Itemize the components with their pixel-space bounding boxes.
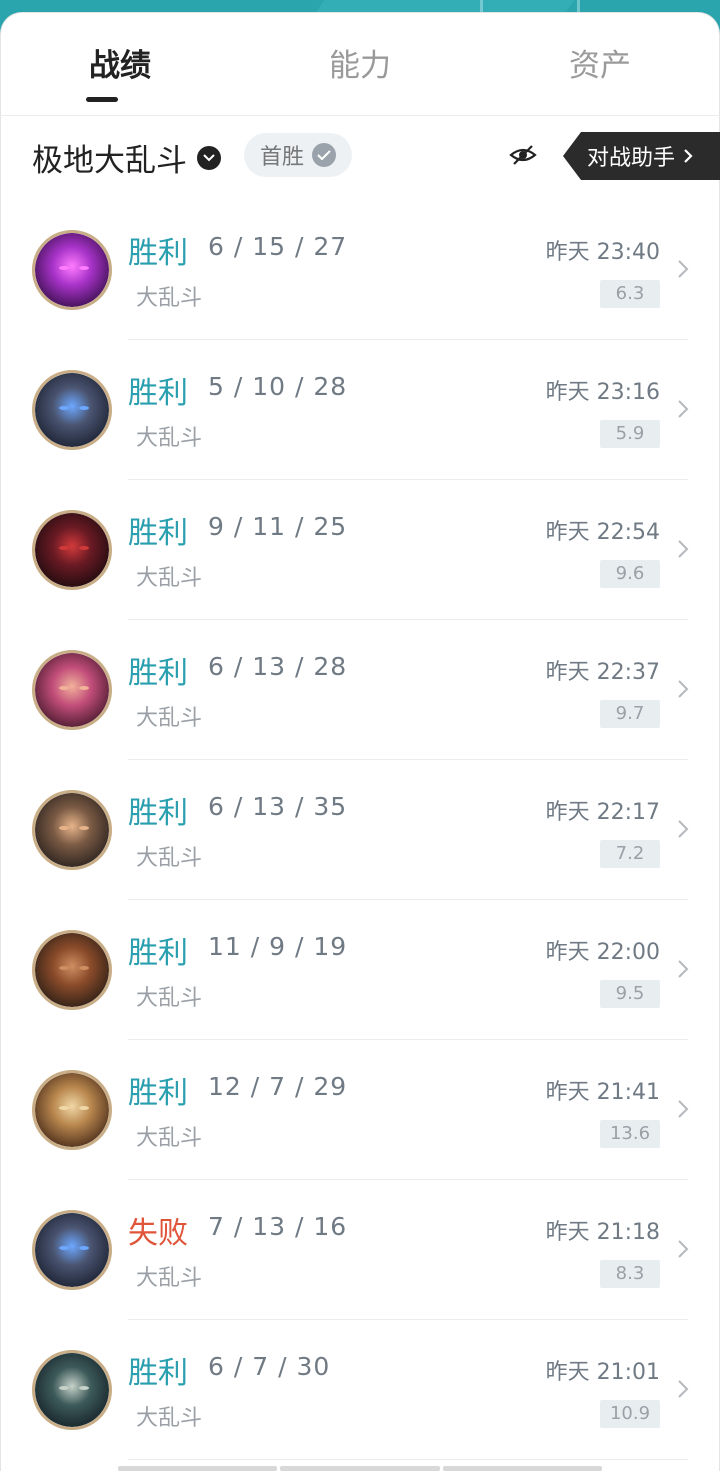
champion-avatar <box>32 650 112 730</box>
match-result: 胜利 <box>128 796 188 831</box>
match-time: 昨天 21:41 <box>545 1080 660 1105</box>
match-result: 胜利 <box>128 1356 188 1391</box>
chevron-right-icon <box>678 1100 689 1118</box>
champion-avatar <box>32 370 112 450</box>
match-row[interactable]: 失败 7 / 13 / 16 大乱斗 昨天 21:18 8.3 <box>0 1180 720 1320</box>
tab-bar: 战绩 能力 资产 <box>0 12 720 116</box>
match-row[interactable]: 胜利 6 / 15 / 27 大乱斗 昨天 23:40 6.3 <box>0 200 720 340</box>
match-kda: 5 / 10 / 28 <box>208 372 348 401</box>
row-divider <box>128 1459 688 1460</box>
match-row[interactable]: 胜利 11 / 9 / 19 大乱斗 昨天 22:00 9.5 <box>0 900 720 1040</box>
match-kda: 11 / 9 / 19 <box>208 932 348 961</box>
match-score-badge: 9.6 <box>600 560 660 588</box>
match-time: 昨天 21:18 <box>545 1220 660 1245</box>
chevron-right-icon <box>684 149 693 163</box>
match-kda: 6 / 13 / 35 <box>208 792 348 821</box>
chevron-right-icon <box>678 1380 689 1398</box>
match-kda: 7 / 13 / 16 <box>208 1212 348 1241</box>
chevron-down-icon <box>197 145 221 170</box>
match-mode: 大乱斗 <box>136 566 203 591</box>
match-mode: 大乱斗 <box>136 846 203 871</box>
tab-record[interactable]: 战绩 <box>40 40 200 85</box>
chevron-right-icon <box>678 820 689 838</box>
match-mode: 大乱斗 <box>136 986 203 1011</box>
match-result: 胜利 <box>128 376 188 411</box>
match-score-badge: 9.7 <box>600 700 660 728</box>
match-mode: 大乱斗 <box>136 286 203 311</box>
champion-avatar <box>32 1350 112 1430</box>
match-result: 胜利 <box>128 236 188 271</box>
champion-avatar <box>32 930 112 1010</box>
battle-assistant-label: 对战助手 <box>587 146 676 171</box>
match-time: 昨天 21:01 <box>545 1360 660 1385</box>
tab-active-indicator <box>86 97 118 102</box>
mode-dropdown[interactable]: 极地大乱斗 <box>32 135 221 180</box>
scroll-indicator <box>118 1466 602 1471</box>
mode-dropdown-label: 极地大乱斗 <box>32 143 187 179</box>
match-row[interactable]: 胜利 6 / 13 / 35 大乱斗 昨天 22:17 7.2 <box>0 760 720 900</box>
match-kda: 12 / 7 / 29 <box>208 1072 348 1101</box>
match-time: 昨天 23:16 <box>545 380 660 405</box>
tab-assets[interactable]: 资产 <box>520 40 680 85</box>
match-list: 胜利 6 / 15 / 27 大乱斗 昨天 23:40 6.3 胜利 5 / 1… <box>0 200 720 1460</box>
champion-avatar <box>32 1070 112 1150</box>
champion-avatar <box>32 1210 112 1290</box>
match-mode: 大乱斗 <box>136 1126 203 1151</box>
champion-avatar <box>32 510 112 590</box>
filter-row: 极地大乱斗 首胜 对战助手 <box>0 125 720 187</box>
eye-off-icon[interactable] <box>509 143 537 167</box>
match-time: 昨天 22:37 <box>545 660 660 685</box>
match-score-badge: 9.5 <box>600 980 660 1008</box>
battle-assistant-button[interactable]: 对战助手 <box>563 132 720 180</box>
match-time: 昨天 22:54 <box>545 520 660 545</box>
match-row[interactable]: 胜利 5 / 10 / 28 大乱斗 昨天 23:16 5.9 <box>0 340 720 480</box>
chevron-right-icon <box>678 400 689 418</box>
match-score-badge: 5.9 <box>600 420 660 448</box>
check-circle-icon <box>312 143 337 167</box>
match-kda: 6 / 7 / 30 <box>208 1352 331 1381</box>
match-result: 失败 <box>128 1216 188 1251</box>
match-kda: 9 / 11 / 25 <box>208 512 348 541</box>
match-result: 胜利 <box>128 936 188 971</box>
match-score-badge: 10.9 <box>600 1400 660 1428</box>
match-score-badge: 13.6 <box>600 1120 660 1148</box>
chevron-right-icon <box>678 960 689 978</box>
match-time: 昨天 22:00 <box>545 940 660 965</box>
match-result: 胜利 <box>128 516 188 551</box>
match-row[interactable]: 胜利 12 / 7 / 29 大乱斗 昨天 21:41 13.6 <box>0 1040 720 1180</box>
match-score-badge: 6.3 <box>600 280 660 308</box>
match-mode: 大乱斗 <box>136 706 203 731</box>
match-mode: 大乱斗 <box>136 1406 203 1431</box>
match-mode: 大乱斗 <box>136 426 203 451</box>
chevron-right-icon <box>678 680 689 698</box>
first-win-filter-chip[interactable]: 首胜 <box>244 133 353 177</box>
chevron-right-icon <box>678 260 689 278</box>
tab-ability[interactable]: 能力 <box>280 40 440 85</box>
match-row[interactable]: 胜利 9 / 11 / 25 大乱斗 昨天 22:54 9.6 <box>0 480 720 620</box>
match-score-badge: 8.3 <box>600 1260 660 1288</box>
match-result: 胜利 <box>128 1076 188 1111</box>
match-time: 昨天 23:40 <box>545 240 660 265</box>
champion-avatar <box>32 790 112 870</box>
match-result: 胜利 <box>128 656 188 691</box>
match-time: 昨天 22:17 <box>545 800 660 825</box>
match-score-badge: 7.2 <box>600 840 660 868</box>
chevron-right-icon <box>678 1240 689 1258</box>
match-row[interactable]: 胜利 6 / 7 / 30 大乱斗 昨天 21:01 10.9 <box>0 1320 720 1460</box>
match-row[interactable]: 胜利 6 / 13 / 28 大乱斗 昨天 22:37 9.7 <box>0 620 720 760</box>
match-kda: 6 / 13 / 28 <box>208 652 348 681</box>
champion-avatar <box>32 230 112 310</box>
chevron-right-icon <box>678 540 689 558</box>
match-mode: 大乱斗 <box>136 1266 203 1291</box>
match-kda: 6 / 15 / 27 <box>208 232 348 261</box>
first-win-chip-label: 首胜 <box>260 145 305 170</box>
